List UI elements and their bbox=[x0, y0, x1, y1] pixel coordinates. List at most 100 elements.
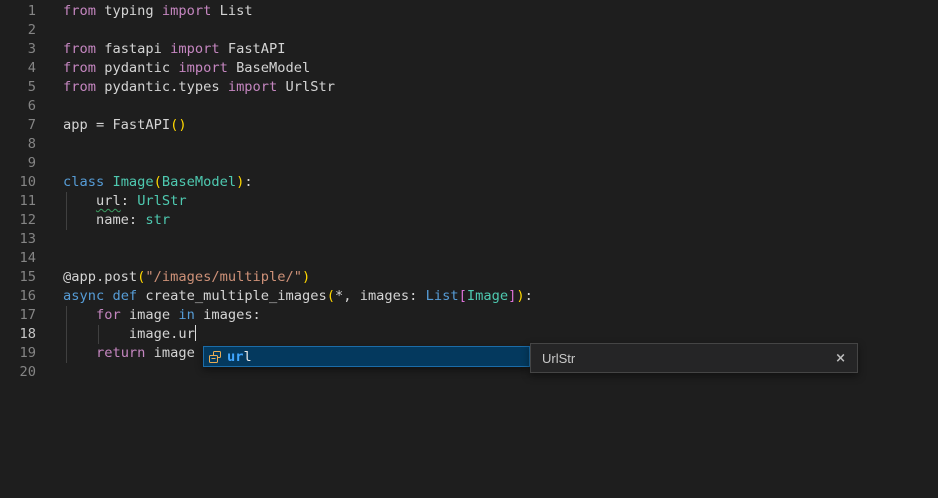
line-number: 16 bbox=[0, 287, 36, 306]
code-token bbox=[63, 307, 96, 323]
code-line-9[interactable]: 9 bbox=[0, 154, 938, 173]
code-line-content[interactable]: from typing import List bbox=[63, 2, 938, 21]
code-token: pydantic bbox=[96, 60, 178, 76]
code-line-content[interactable]: @app.post("/images/multiple/") bbox=[63, 268, 938, 287]
code-token-squiggle: url bbox=[96, 193, 121, 209]
code-token: str bbox=[145, 212, 170, 228]
code-token: *, images: bbox=[335, 288, 426, 304]
code-token: import bbox=[162, 3, 211, 19]
line-number: 5 bbox=[0, 78, 36, 97]
field-icon bbox=[208, 350, 222, 364]
line-number: 19 bbox=[0, 344, 36, 363]
code-token: ( bbox=[327, 288, 335, 304]
code-line-content[interactable]: from pydantic import BaseModel bbox=[63, 59, 938, 78]
code-line-10[interactable]: 10class Image(BaseModel): bbox=[0, 173, 938, 192]
line-number: 20 bbox=[0, 363, 36, 382]
code-token: image bbox=[145, 345, 194, 361]
code-token bbox=[63, 345, 96, 361]
code-token: : bbox=[244, 174, 252, 190]
code-line-content[interactable]: image.ur bbox=[63, 325, 938, 344]
suggest-details-text: UrlStr bbox=[542, 351, 575, 366]
code-line-15[interactable]: 15 @app.post("/images/multiple/") bbox=[0, 268, 938, 287]
code-line-content[interactable]: class Image(BaseModel): bbox=[63, 173, 938, 192]
code-line-13[interactable]: 13 bbox=[0, 230, 938, 249]
close-icon[interactable]: × bbox=[835, 351, 846, 366]
code-token: [ bbox=[459, 288, 467, 304]
code-line-14[interactable]: 14 bbox=[0, 249, 938, 268]
code-line-content[interactable]: name: str bbox=[63, 211, 938, 230]
code-token: @app.post bbox=[63, 269, 137, 285]
code-token: from bbox=[63, 60, 96, 76]
code-token: fastapi bbox=[96, 41, 170, 57]
editor-code-area[interactable]: 1 from typing import List 23 from fastapi i… bbox=[0, 2, 938, 382]
indent-guide bbox=[66, 325, 67, 344]
suggest-item-url[interactable]: url bbox=[203, 346, 530, 367]
line-number: 12 bbox=[0, 211, 36, 230]
code-token: List bbox=[426, 288, 459, 304]
code-token: BaseModel bbox=[228, 60, 310, 76]
code-token: return bbox=[96, 345, 145, 361]
text-cursor bbox=[195, 325, 197, 341]
code-line-8[interactable]: 8 bbox=[0, 135, 938, 154]
line-number: 3 bbox=[0, 40, 36, 59]
code-token: from bbox=[63, 41, 96, 57]
code-line-7[interactable]: 7 app = FastAPI() bbox=[0, 116, 938, 135]
code-line-2[interactable]: 2 bbox=[0, 21, 938, 40]
code-token: UrlStr bbox=[277, 79, 335, 95]
code-token: in bbox=[178, 307, 194, 323]
code-line-content[interactable]: async def create_multiple_images(*, imag… bbox=[63, 287, 938, 306]
code-token: create_multiple_images bbox=[137, 288, 327, 304]
code-line-18[interactable]: 18 image.ur bbox=[0, 325, 938, 344]
line-number: 17 bbox=[0, 306, 36, 325]
code-line-4[interactable]: 4from pydantic import BaseModel bbox=[0, 59, 938, 78]
code-token: for bbox=[96, 307, 121, 323]
code-line-5[interactable]: 5 from pydantic.types import UrlStr bbox=[0, 78, 938, 97]
suggest-match-text: ur bbox=[227, 349, 243, 365]
code-token: image.ur bbox=[63, 326, 195, 342]
code-token: : bbox=[525, 288, 533, 304]
code-line-content[interactable] bbox=[63, 135, 938, 154]
code-line-content[interactable]: from pydantic.types import UrlStr bbox=[63, 78, 938, 97]
code-token: ) bbox=[302, 269, 310, 285]
code-line-content[interactable]: from fastapi import FastAPI bbox=[63, 40, 938, 59]
code-line-content[interactable] bbox=[63, 97, 938, 116]
indent-guide bbox=[66, 192, 67, 211]
code-token bbox=[63, 193, 96, 209]
code-line-content[interactable]: for image in images: bbox=[63, 306, 938, 325]
code-editor: 1 from typing import List 23 from fastapi i… bbox=[0, 0, 938, 498]
line-number: 8 bbox=[0, 135, 36, 154]
code-token: ) bbox=[516, 288, 524, 304]
code-token: def bbox=[112, 288, 137, 304]
code-line-content[interactable] bbox=[63, 154, 938, 173]
line-number: 7 bbox=[0, 116, 36, 135]
code-line-16[interactable]: 16 async def create_multiple_images(*, im… bbox=[0, 287, 938, 306]
code-line-content[interactable]: app = FastAPI() bbox=[63, 116, 938, 135]
suggest-rest-text: l bbox=[243, 349, 251, 365]
code-line-content[interactable]: url: UrlStr bbox=[63, 192, 938, 211]
code-line-17[interactable]: 17 for image in images: bbox=[0, 306, 938, 325]
code-line-11[interactable]: 11 url: UrlStr bbox=[0, 192, 938, 211]
code-token: import bbox=[178, 60, 227, 76]
indent-guide bbox=[98, 325, 99, 344]
line-number: 1 bbox=[0, 2, 36, 21]
suggest-details-panel: UrlStr × bbox=[530, 343, 858, 373]
line-number: 9 bbox=[0, 154, 36, 173]
code-line-12[interactable]: 12 name: str bbox=[0, 211, 938, 230]
indent-guide bbox=[66, 344, 67, 363]
code-token: app = FastAPI bbox=[63, 117, 170, 133]
code-token: List bbox=[211, 3, 252, 19]
code-token: FastAPI bbox=[220, 41, 286, 57]
code-token: () bbox=[170, 117, 186, 133]
code-token: pydantic.types bbox=[96, 79, 228, 95]
code-line-6[interactable]: 6 bbox=[0, 97, 938, 116]
code-line-content[interactable] bbox=[63, 249, 938, 268]
code-line-1[interactable]: 1 from typing import List bbox=[0, 2, 938, 21]
code-line-3[interactable]: 3 from fastapi import FastAPI bbox=[0, 40, 938, 59]
line-number: 15 bbox=[0, 268, 36, 287]
code-token: image bbox=[121, 307, 179, 323]
code-line-content[interactable] bbox=[63, 21, 938, 40]
indent-guide bbox=[66, 306, 67, 325]
code-line-content[interactable] bbox=[63, 230, 938, 249]
line-number: 2 bbox=[0, 21, 36, 40]
code-token: import bbox=[228, 79, 277, 95]
